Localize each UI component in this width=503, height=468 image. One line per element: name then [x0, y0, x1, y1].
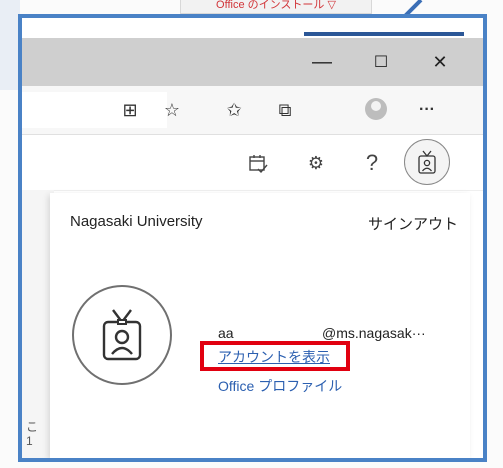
add-favorite-icon[interactable]: ☆ [157, 96, 187, 124]
help-icon[interactable]: ? [356, 147, 388, 179]
account-manager-panel: Nagasaki University サインアウト aa @ms.nagasa… [50, 193, 470, 458]
zoom-frame: — ☐ ✕ ⊞ ☆ ✩ ⧉ ··· ⚙ ? こ 1 Nagasaki Unive… [18, 14, 487, 462]
address-input[interactable] [22, 92, 167, 128]
page-text-fragment: こ 1 [26, 420, 38, 448]
title-bar: — ☐ ✕ [22, 38, 483, 86]
badge-icon [418, 150, 436, 174]
background-left-panel [0, 0, 20, 90]
sign-out-link[interactable]: サインアウト [368, 213, 458, 234]
settings-icon[interactable]: ⚙ [300, 147, 332, 179]
highlight-annotation [200, 341, 350, 371]
user-name: aa [218, 325, 234, 341]
minimize-button[interactable]: — [304, 46, 340, 78]
collections-icon[interactable]: ⧉ [270, 96, 300, 124]
calendar-icon[interactable] [242, 147, 274, 179]
active-tab-indicator [304, 32, 464, 36]
more-menu-icon[interactable]: ··· [412, 96, 442, 124]
tab-strip [22, 18, 483, 38]
close-button[interactable]: ✕ [422, 46, 458, 78]
office-profile-link[interactable]: Office プロファイル [218, 376, 342, 396]
user-email: @ms.nagasak··· [322, 325, 426, 341]
profile-avatar[interactable] [365, 98, 387, 120]
account-avatar[interactable] [72, 285, 172, 385]
app-header: ⚙ ? [22, 135, 483, 191]
organization-name: Nagasaki University [70, 213, 203, 230]
fragment-line-1: こ [26, 420, 39, 434]
address-bar: ⊞ ☆ ✩ ⧉ ··· [22, 86, 483, 135]
account-button[interactable] [404, 139, 450, 185]
favorites-icon[interactable]: ✩ [219, 96, 249, 124]
calendar-icon-graphic [249, 155, 268, 173]
office-install-button[interactable]: Office のインストール ▽ [180, 0, 372, 14]
fragment-line-2: 1 [26, 434, 33, 448]
badge-icon-large [102, 309, 142, 361]
maximize-button[interactable]: ☐ [363, 46, 399, 78]
split-screen-icon[interactable]: ⊞ [115, 96, 145, 124]
